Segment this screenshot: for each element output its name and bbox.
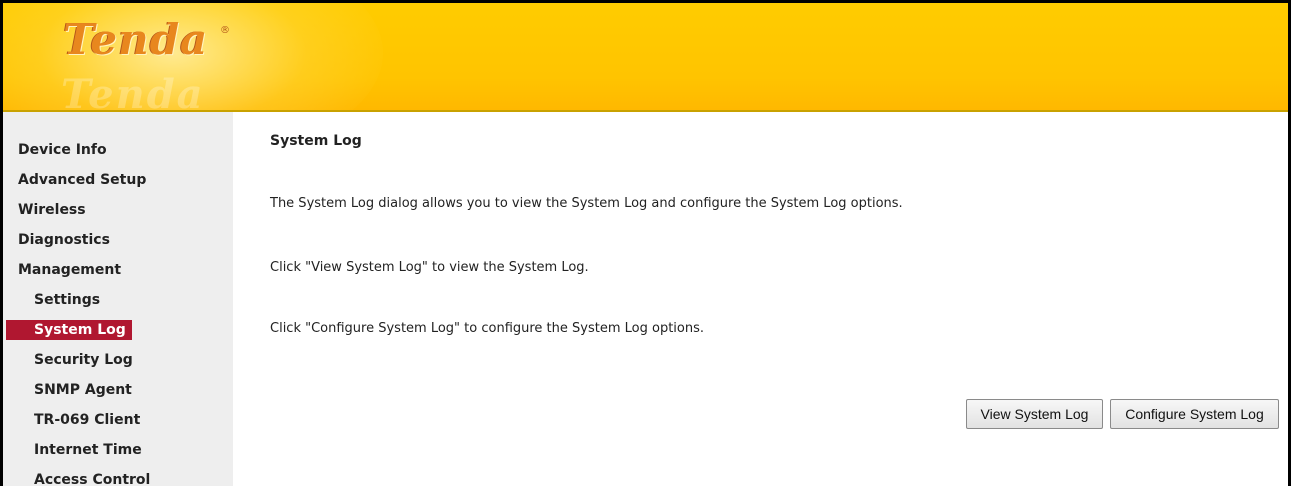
- sidebar-item-label: Management: [18, 262, 122, 278]
- sidebar-item-label: Settings: [34, 292, 101, 308]
- header-banner: Tenda Tenda ®: [3, 3, 1288, 110]
- view-log-instructions: Click "View System Log" to view the Syst…: [270, 260, 589, 275]
- sidebar-item-label: TR-069 Client: [34, 412, 141, 428]
- sidebar-item-advanced-setup[interactable]: Advanced Setup: [3, 165, 150, 195]
- sidebar-item-wireless[interactable]: Wireless: [3, 195, 150, 225]
- sidebar-item-label: Diagnostics: [18, 232, 110, 248]
- sidebar-item-label: Wireless: [18, 202, 86, 218]
- registered-mark: ®: [220, 25, 230, 36]
- sidebar-item-internet-time[interactable]: Internet Time: [3, 435, 150, 465]
- sidebar-item-label: System Log: [6, 320, 132, 340]
- sidebar-item-label: Security Log: [34, 352, 133, 368]
- sidebar-item-settings[interactable]: Settings: [3, 285, 150, 315]
- sidebar: Device Info Advanced Setup Wireless Diag…: [3, 112, 233, 488]
- page-title: System Log: [270, 133, 362, 149]
- sidebar-item-tr069-client[interactable]: TR-069 Client: [3, 405, 150, 435]
- sidebar-item-label: SNMP Agent: [34, 382, 132, 398]
- view-system-log-button[interactable]: View System Log: [966, 399, 1103, 429]
- sidebar-item-management[interactable]: Management: [3, 255, 150, 285]
- sidebar-item-security-log[interactable]: Security Log: [3, 345, 150, 375]
- sidebar-menu: Device Info Advanced Setup Wireless Diag…: [3, 135, 150, 495]
- sidebar-item-snmp-agent[interactable]: SNMP Agent: [3, 375, 150, 405]
- main-content: System Log The System Log dialog allows …: [233, 112, 1288, 486]
- tenda-logo[interactable]: Tenda: [63, 15, 208, 64]
- sidebar-item-label: Device Info: [18, 142, 107, 158]
- configure-log-instructions: Click "Configure System Log" to configur…: [270, 321, 705, 336]
- sidebar-item-device-info[interactable]: Device Info: [3, 135, 150, 165]
- sidebar-item-label: Advanced Setup: [18, 172, 147, 188]
- configure-system-log-button[interactable]: Configure System Log: [1110, 399, 1279, 429]
- sidebar-item-access-control[interactable]: Access Control: [3, 465, 150, 495]
- sidebar-item-system-log[interactable]: System Log: [3, 315, 150, 345]
- description-text: The System Log dialog allows you to view…: [270, 196, 903, 211]
- sidebar-item-label: Internet Time: [34, 442, 142, 458]
- logo-reflection: Tenda: [61, 71, 205, 110]
- sidebar-item-diagnostics[interactable]: Diagnostics: [3, 225, 150, 255]
